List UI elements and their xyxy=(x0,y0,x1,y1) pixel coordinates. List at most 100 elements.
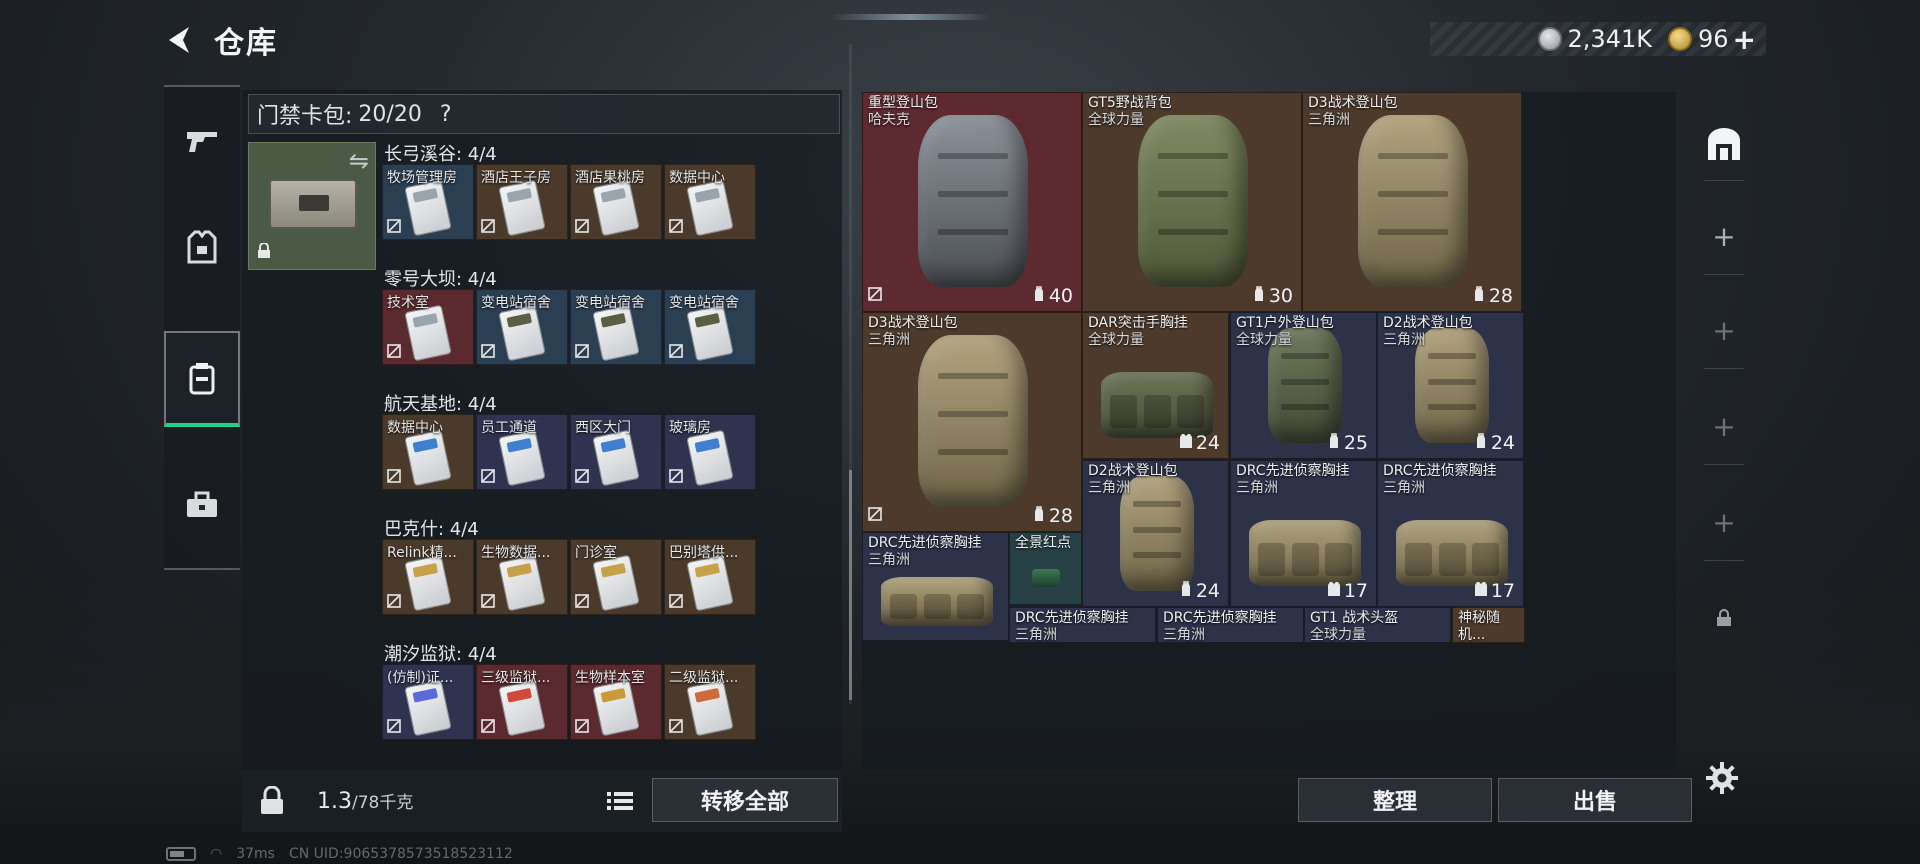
keycard-holder-image xyxy=(269,179,357,229)
cardpack-scroll-thumb[interactable] xyxy=(849,470,852,700)
item-title: DRC先进侦察胸挂 xyxy=(868,535,982,551)
keycard-slot[interactable]: 酒店王子房 xyxy=(476,164,568,240)
bag-capacity-icon xyxy=(1327,432,1341,454)
keycard-slot[interactable]: 巴别塔供... xyxy=(664,539,756,615)
keycard-slot[interactable]: Relink精... xyxy=(382,539,474,615)
storage-item[interactable]: DRC先进侦察胸挂 三角洲 xyxy=(1009,607,1156,643)
item-faction: 三角洲 xyxy=(1236,480,1278,496)
item-faction: 三角洲 xyxy=(1383,480,1425,496)
keycard-stripe xyxy=(694,562,721,578)
add-storage-tab[interactable]: + xyxy=(1694,398,1754,454)
storage-item[interactable]: 神秘随机... xyxy=(1452,607,1525,643)
no-insure-icon xyxy=(669,718,683,737)
back-button[interactable] xyxy=(160,20,200,60)
keycard-slot[interactable]: 变电站宿舍 xyxy=(476,289,568,365)
keycard-label: 三级监狱... xyxy=(481,670,551,686)
tab-divider xyxy=(1704,274,1744,275)
storage-item[interactable]: D2战术登山包 三角洲 24 xyxy=(1377,312,1524,459)
list-view-button[interactable] xyxy=(602,784,638,818)
keycard-slot[interactable]: 酒店果桃房 xyxy=(570,164,662,240)
storage-item[interactable]: 重型登山包 哈夫克 40 xyxy=(862,92,1082,312)
backpack-strap xyxy=(1377,153,1449,159)
currency-bar: 2,341K 96 + xyxy=(1430,22,1766,56)
storage-item[interactable]: DRC先进侦察胸挂 三角洲 17 xyxy=(1230,460,1377,607)
cardpack-header-count: 20/20 xyxy=(358,101,422,127)
cardpack-item[interactable]: ⇋ xyxy=(248,142,376,270)
keycard-slot[interactable]: 门诊室 xyxy=(570,539,662,615)
gold-coin-icon xyxy=(1667,27,1692,51)
nav-armor[interactable] xyxy=(164,199,240,295)
keycard-stripe xyxy=(600,437,627,453)
rig-pouch xyxy=(890,594,917,619)
storage-item[interactable]: GT5野战背包 全球力量 30 xyxy=(1082,92,1302,312)
rig-pouch xyxy=(1110,395,1137,428)
keycard-slot[interactable]: 西区大门 xyxy=(570,414,662,490)
no-insure-icon xyxy=(575,343,589,362)
keycard-image xyxy=(592,429,640,487)
keycard-image xyxy=(404,429,452,487)
sell-button[interactable]: 出售 xyxy=(1498,778,1692,822)
keycard-stripe xyxy=(412,187,439,203)
storage-item[interactable]: DRC先进侦察胸挂 三角洲 17 xyxy=(1377,460,1524,607)
capacity-readout: 24 xyxy=(1179,432,1220,454)
cardpack-icon xyxy=(189,363,215,395)
keycard-slot[interactable]: 生物样本室 xyxy=(570,664,662,740)
storage-item[interactable]: GT1 战术头盔 全球力量 xyxy=(1304,607,1451,643)
item-title: D2战术登山包 xyxy=(1088,463,1178,479)
storage-item[interactable]: 全景红点 xyxy=(1009,532,1082,605)
item-name: DAR突击手胸挂 全球力量 xyxy=(1088,315,1188,349)
storage-item[interactable]: DRC先进侦察胸挂 三角洲 xyxy=(862,532,1009,641)
locked-storage-tab[interactable] xyxy=(1694,590,1754,646)
keycard-stripe xyxy=(506,312,533,328)
storage-item[interactable]: D3战术登山包 三角洲 28 xyxy=(1302,92,1522,312)
nav-weapon[interactable] xyxy=(164,93,240,189)
keycard-label: 变电站宿舍 xyxy=(481,295,551,311)
keycard-image xyxy=(592,554,640,612)
keycard-group-title: 长弓溪谷: 4/4 xyxy=(384,144,497,165)
storage-item[interactable]: GT1户外登山包 全球力量 25 xyxy=(1230,312,1377,459)
keycard-image xyxy=(686,179,734,237)
add-currency-button[interactable]: + xyxy=(1733,23,1756,56)
keycard-slot[interactable]: 生物数据... xyxy=(476,539,568,615)
no-insure-icon xyxy=(669,468,683,487)
storage-item[interactable]: D2战术登山包 三角洲 24 xyxy=(1082,460,1229,607)
keycard-label: 数据中心 xyxy=(669,170,725,186)
nav-toolbox[interactable] xyxy=(164,457,240,553)
keycard-slot[interactable]: 数据中心 xyxy=(664,164,756,240)
add-storage-tab[interactable]: + xyxy=(1694,494,1754,550)
add-storage-tab[interactable]: + xyxy=(1694,302,1754,358)
no-insure-icon xyxy=(868,286,882,305)
storage-item[interactable]: D3战术登山包 三角洲 28 xyxy=(862,312,1082,532)
keycard-slot[interactable]: (仿制)证... xyxy=(382,664,474,740)
storage-item[interactable]: DRC先进侦察胸挂 三角洲 xyxy=(1157,607,1304,643)
keycard-slot[interactable]: 数据中心 xyxy=(382,414,474,490)
keycard-slot[interactable]: 员工通道 xyxy=(476,414,568,490)
swap-icon[interactable]: ⇋ xyxy=(349,147,369,175)
keycard-slot[interactable]: 技术室 xyxy=(382,289,474,365)
keycard-slot[interactable]: 三级监狱... xyxy=(476,664,568,740)
storage-tab-main[interactable] xyxy=(1694,116,1754,172)
keycard-slot[interactable]: 玻璃房 xyxy=(664,414,756,490)
keycard-slot[interactable]: 二级监狱... xyxy=(664,664,756,740)
gold-currency[interactable]: 96 + xyxy=(1667,23,1756,56)
add-storage-tab[interactable]: + xyxy=(1694,208,1754,264)
keycard-slot[interactable]: 变电站宿舍 xyxy=(664,289,756,365)
page-title: 仓库 xyxy=(214,26,278,61)
capacity-value: 30 xyxy=(1268,285,1293,307)
storage-item[interactable]: DAR突击手胸挂 全球力量 24 xyxy=(1082,312,1229,459)
keycard-label: 变电站宿舍 xyxy=(575,295,645,311)
transfer-all-button[interactable]: 转移全部 xyxy=(652,778,838,822)
keycard-label: 玻璃房 xyxy=(669,420,711,436)
silver-currency[interactable]: 2,341K xyxy=(1537,25,1652,53)
no-insure-icon xyxy=(481,593,495,612)
nav-cardpack[interactable] xyxy=(164,331,240,427)
keycard-slot[interactable]: 牧场管理房 xyxy=(382,164,474,240)
organize-button[interactable]: 整理 xyxy=(1298,778,1492,822)
no-insure-icon xyxy=(387,718,401,737)
cardpack-header-label: 门禁卡包: xyxy=(257,104,353,129)
lock-toggle-button[interactable] xyxy=(252,784,292,818)
back-arrow-icon xyxy=(169,27,189,53)
settings-button[interactable] xyxy=(1700,756,1744,800)
keycard-slot[interactable]: 变电站宿舍 xyxy=(570,289,662,365)
help-button[interactable]: ? xyxy=(440,102,452,127)
